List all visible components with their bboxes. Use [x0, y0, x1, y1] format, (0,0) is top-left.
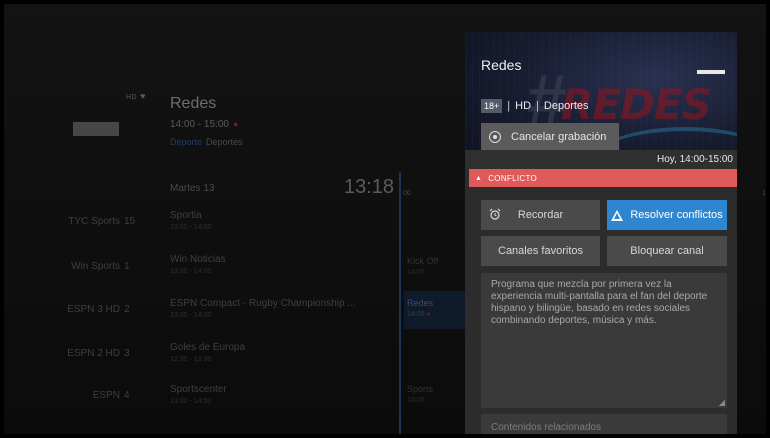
listing-cell[interactable]: Sportia 13:00 - 14:00: [170, 210, 396, 231]
panel-title: Redes: [481, 57, 522, 73]
channel-logo: [73, 122, 119, 136]
channel-logo: [697, 70, 725, 74]
listing-cell[interactable]: Sportscenter 13:00 - 14:00: [170, 384, 396, 405]
epg-frame: HD ♥ Redes 14:00 - 15:00 ● Deporte Deportes…: [4, 4, 766, 434]
listing-cell-next[interactable]: Kick Off 14:00: [407, 256, 467, 276]
program-date-time: Hoy, 14:00-15:00: [657, 154, 733, 165]
block-channel-button[interactable]: Bloquear canal: [607, 236, 727, 266]
alarm-clock-icon: [489, 208, 501, 220]
channel-row[interactable]: ESPN 4: [4, 390, 166, 410]
listing-cell-next[interactable]: Redes 14:00 ●: [407, 298, 467, 318]
now-indicator: [399, 172, 401, 434]
timeline-marker-next: 13: [762, 190, 766, 197]
channel-row[interactable]: ESPN 2 HD 3: [4, 348, 166, 368]
guide-date: Martes 13: [170, 183, 215, 194]
record-icon: [489, 131, 501, 143]
hd-badge: HD ♥: [126, 91, 146, 101]
timeline-marker: 00: [403, 190, 411, 197]
resize-handle-icon: [719, 400, 725, 406]
channel-row[interactable]: TYC Sports 15: [4, 216, 166, 236]
listing-cell-next[interactable]: Sports 14:00: [407, 384, 467, 404]
age-rating-badge: 18+: [481, 99, 503, 113]
conflict-banner: ▲ CONFLICTO: [469, 169, 737, 187]
program-genre: Deporte Deportes: [170, 137, 243, 147]
tv-screen: HD ♥ Redes 14:00 - 15:00 ● Deporte Deportes…: [0, 0, 770, 438]
program-title: Redes: [170, 95, 217, 112]
program-time: 14:00 - 15:00 ●: [170, 119, 239, 130]
channel-row[interactable]: Win Sports 1: [4, 261, 166, 281]
warning-icon: [611, 209, 624, 221]
program-tags: 18+ | HD | Deportes: [481, 99, 589, 113]
program-description: Programa que mezcla por primera vez la e…: [481, 273, 727, 408]
remind-button[interactable]: Recordar: [481, 200, 600, 230]
related-content-button[interactable]: Contenidos relacionados: [481, 414, 727, 434]
cancel-recording-button[interactable]: Cancelar grabación: [481, 123, 619, 151]
listing-cell[interactable]: Goles de Europa 12:30 - 13:30: [170, 342, 396, 363]
channel-row[interactable]: ESPN 3 HD 2: [4, 304, 166, 324]
resolve-conflicts-button[interactable]: Resolver conflictos: [607, 200, 727, 230]
listing-cell[interactable]: Win Noticias 13:00 - 14:00: [170, 254, 396, 275]
heart-icon: ♥: [140, 91, 146, 101]
record-dot-icon: ●: [426, 311, 431, 318]
category-label: Deportes: [543, 100, 589, 112]
guide-clock: 13:18: [344, 176, 395, 198]
record-dot-icon: ●: [232, 119, 239, 129]
warning-icon: ▲: [475, 174, 483, 182]
listing-cell[interactable]: ESPN Compact - Rugby Championship ... 13:…: [170, 298, 396, 319]
favorite-channels-button[interactable]: Canales favoritos: [481, 236, 600, 266]
program-detail-panel: # REDES Redes 18+ | HD | Deportes Cancel…: [465, 32, 737, 434]
quality-label: HD: [515, 100, 532, 112]
